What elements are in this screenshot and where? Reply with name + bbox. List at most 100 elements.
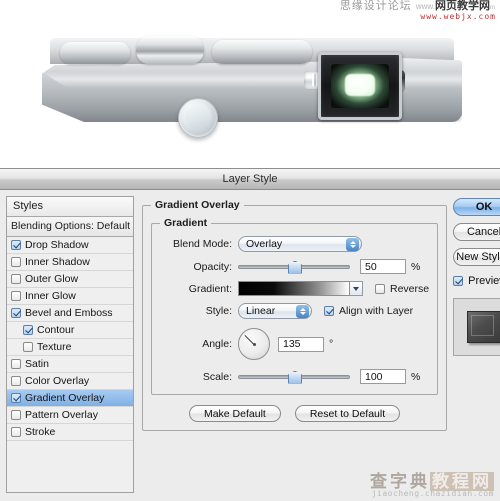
style-item-label: Inner Glow <box>25 290 76 302</box>
style-item-pattern-overlay[interactable]: Pattern Overlay <box>7 407 133 424</box>
opacity-row: Opacity: 50 % <box>160 259 429 274</box>
blending-options-row[interactable]: Blending Options: Default <box>7 217 133 237</box>
style-item-texture[interactable]: Texture <box>7 339 133 356</box>
style-item-drop-shadow[interactable]: Drop Shadow <box>7 237 133 254</box>
style-item-label: Bevel and Emboss <box>25 307 113 319</box>
style-item-checkbox[interactable] <box>11 359 21 369</box>
top-watermark: 思缘设计论坛 www.网页教学网m www.webjx.com <box>340 0 496 21</box>
style-item-checkbox[interactable] <box>11 376 21 386</box>
camera-illustration <box>42 36 462 138</box>
angle-dial-hub <box>252 342 256 346</box>
angle-input[interactable]: 135 <box>278 336 324 352</box>
opacity-label: Opacity: <box>193 260 232 273</box>
blend-mode-row: Blend Mode: Overlay <box>160 236 429 252</box>
style-item-checkbox[interactable] <box>11 257 21 267</box>
styles-list-filler <box>7 441 133 492</box>
style-item-checkbox[interactable] <box>11 393 21 403</box>
style-item-checkbox[interactable] <box>11 427 21 437</box>
watermark-top-www: www. <box>415 2 435 11</box>
cancel-button[interactable]: Cancel <box>453 223 500 241</box>
opacity-slider[interactable] <box>238 260 350 274</box>
preview-label: Preview <box>468 275 500 287</box>
layer-style-dialog: Layer Style Styles Blending Options: Def… <box>0 168 500 501</box>
opacity-slider-knob[interactable] <box>288 260 302 274</box>
preview-thumbnail <box>467 311 500 343</box>
scale-slider[interactable] <box>238 370 350 384</box>
dialog-body: Styles Blending Options: Default Drop Sh… <box>0 190 500 501</box>
settings-column: Gradient Overlay Gradient Blend Mode: Ov… <box>142 196 448 493</box>
style-label: Style: <box>205 305 232 317</box>
preview-row[interactable]: Preview <box>453 275 500 287</box>
watermark-top-url: www.webjx.com <box>420 11 496 21</box>
style-item-color-overlay[interactable]: Color Overlay <box>7 373 133 390</box>
preview-thumbnail-frame <box>453 298 500 356</box>
style-item-checkbox[interactable] <box>11 240 21 250</box>
style-row: Style: Linear Align with Layer <box>160 303 429 319</box>
opacity-value: 50 <box>365 260 377 273</box>
reset-to-default-button[interactable]: Reset to Default <box>294 405 401 422</box>
align-with-layer-label: Align with Layer <box>339 305 414 317</box>
chevron-updown-icon <box>296 304 309 318</box>
opacity-input[interactable]: 50 <box>360 259 406 274</box>
ok-button[interactable]: OK <box>453 198 500 216</box>
style-item-stroke[interactable]: Stroke <box>7 424 133 441</box>
align-with-layer-row[interactable]: Align with Layer <box>324 305 413 317</box>
style-value: Linear <box>246 305 276 317</box>
style-item-checkbox[interactable] <box>23 342 33 352</box>
camera-shutter-dial <box>136 36 204 64</box>
scale-row: Scale: 100 % <box>160 369 429 384</box>
style-item-checkbox[interactable] <box>11 291 21 301</box>
scale-label: Scale: <box>202 370 232 383</box>
reverse-checkbox[interactable] <box>375 283 385 294</box>
angle-label: Angle: <box>202 338 232 350</box>
gradient-group: Gradient Blend Mode: Overlay Opacity: 50… <box>151 217 439 395</box>
watermark-top-suffix: m <box>490 5 496 11</box>
gradient-picker-dropdown[interactable] <box>350 281 363 296</box>
style-item-outer-glow[interactable]: Outer Glow <box>7 271 133 288</box>
watermark-top-brand: 网页教学网 <box>435 0 490 12</box>
opacity-unit: % <box>411 260 421 273</box>
camera-photo-region: 思缘设计论坛 www.网页教学网m www.webjx.com <box>0 0 500 168</box>
scale-input[interactable]: 100 <box>360 369 406 384</box>
style-select[interactable]: Linear <box>238 303 312 319</box>
bottom-watermark: 查字典 教程网 jiaocheng.chazidian.com <box>370 472 494 498</box>
style-item-label: Texture <box>37 341 72 353</box>
preview-checkbox[interactable] <box>453 276 464 286</box>
style-item-inner-glow[interactable]: Inner Glow <box>7 288 133 305</box>
gradient-overlay-group: Gradient Overlay Gradient Blend Mode: Ov… <box>142 199 448 431</box>
style-item-bevel-and-emboss[interactable]: Bevel and Emboss <box>7 305 133 322</box>
reverse-label: Reverse <box>390 282 430 295</box>
reverse-checkbox-row[interactable]: Reverse <box>375 283 429 295</box>
camera-lens-highlight <box>345 74 375 97</box>
gradient-preview-swatch[interactable] <box>238 281 350 296</box>
angle-unit: ° <box>329 338 334 350</box>
camera-shutter-button <box>178 98 218 138</box>
new-style-button[interactable]: New Style.. <box>453 248 500 266</box>
scale-slider-knob[interactable] <box>288 370 302 384</box>
style-item-checkbox[interactable] <box>11 308 21 318</box>
style-item-inner-shadow[interactable]: Inner Shadow <box>7 254 133 271</box>
gradient-legend: Gradient <box>160 217 212 229</box>
style-item-label: Pattern Overlay <box>25 409 98 421</box>
watermark-bottom-url: jiaocheng.chazidian.com <box>371 489 494 498</box>
blend-mode-label: Blend Mode: <box>173 238 232 250</box>
defaults-button-row: Make Default Reset to Default <box>151 405 438 422</box>
style-item-satin[interactable]: Satin <box>7 356 133 373</box>
blend-mode-select[interactable]: Overlay <box>238 236 362 252</box>
style-item-contour[interactable]: Contour <box>7 322 133 339</box>
angle-dial[interactable] <box>238 328 270 360</box>
align-with-layer-checkbox[interactable] <box>324 306 334 316</box>
make-default-button[interactable]: Make Default <box>188 405 281 422</box>
dialog-button-column: OK Cancel New Style.. Preview <box>453 198 500 493</box>
gradient-row: Gradient: Reverse <box>160 281 429 296</box>
styles-list-header[interactable]: Styles <box>7 197 133 217</box>
scale-value: 100 <box>365 370 383 383</box>
style-item-label: Inner Shadow <box>25 256 90 268</box>
angle-row: Angle: 135 ° <box>160 328 429 360</box>
style-item-checkbox[interactable] <box>11 274 21 284</box>
style-item-checkbox[interactable] <box>23 325 33 335</box>
style-item-checkbox[interactable] <box>11 410 21 420</box>
camera-top-dial-right <box>212 40 312 64</box>
style-item-gradient-overlay[interactable]: Gradient Overlay <box>7 390 133 407</box>
angle-value: 135 <box>283 338 301 350</box>
